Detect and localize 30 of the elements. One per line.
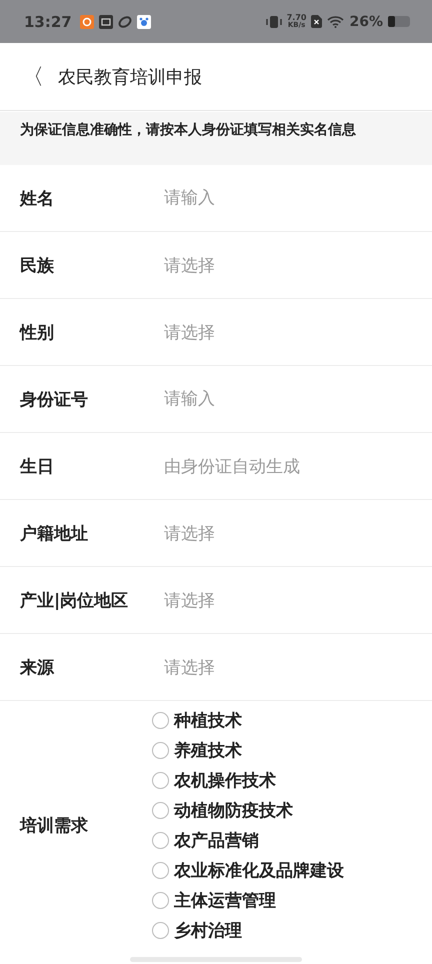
radio-option[interactable]: 动植物防疫技术 (152, 795, 344, 825)
field-label: 产业|岗位地区 (20, 590, 130, 612)
vibrate-icon (266, 14, 282, 28)
sim-icon (311, 15, 322, 28)
network-speed: 7.70 (286, 14, 306, 22)
wifi-icon (327, 15, 344, 28)
field-label: 培训需求 (20, 814, 89, 836)
field-label: 姓名 (20, 188, 55, 210)
input-field[interactable]: 请输入 (164, 389, 384, 409)
radio-option[interactable]: 农产品营销 (152, 825, 344, 855)
paw-icon (136, 14, 151, 28)
field-label: 性别 (20, 322, 55, 344)
battery-icon (388, 16, 410, 27)
field-label: 身份证号 (20, 388, 89, 410)
input-field[interactable]: 请输入 (164, 188, 384, 208)
field-label: 民族 (20, 254, 55, 276)
radio-option[interactable]: 养殖技术 (152, 735, 344, 765)
radio-option[interactable]: 主体运营管理 (152, 885, 344, 915)
radio-option[interactable]: 农机操作技术 (152, 765, 344, 795)
radio-option[interactable]: 乡村治理 (152, 915, 344, 945)
radio-option[interactable]: 农业标准化及品牌建设 (152, 855, 344, 885)
back-button[interactable]: 〈 (0, 62, 50, 92)
status-time: 13:27 (24, 12, 72, 30)
battery-percent: 26% (349, 14, 383, 30)
field-label: 生日 (20, 456, 55, 478)
field-label: 来源 (20, 656, 56, 678)
page-title: 农民教育培训申报 (58, 66, 202, 88)
radio-option[interactable]: 种植技术 (152, 705, 344, 735)
notice-text: 为保证信息准确性，请按本人身份证填写相关实名信息 (0, 112, 432, 165)
field-label: 户籍地址 (20, 522, 89, 544)
